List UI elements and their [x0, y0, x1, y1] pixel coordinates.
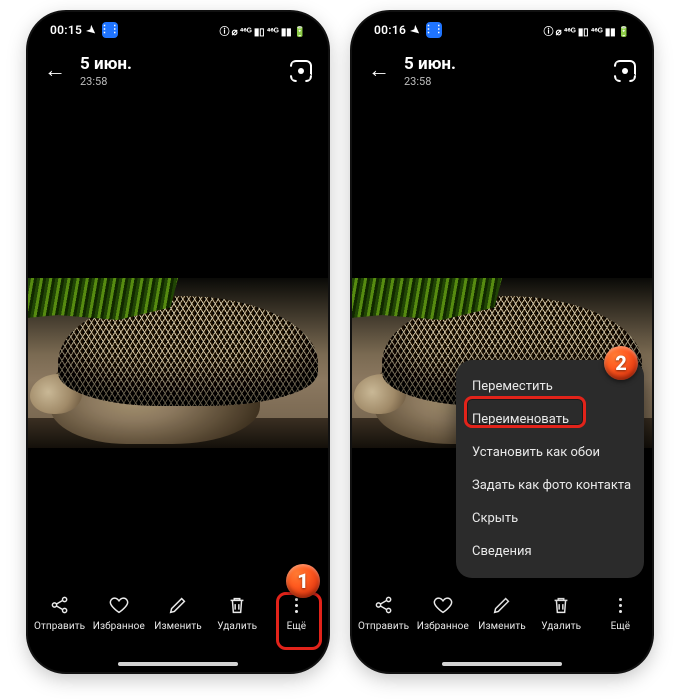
phone-screenshot-right: 00:16 ➤ ⋮⋮ ⓘ ⌀ ⁴⁶ᴳ ▮▯ ⁴⁶ᴳ ▮▮ 🔋 ← 5 июн. …	[352, 12, 652, 672]
bottom-action-bar: Отправить Избранное Изменить Удалить	[352, 584, 652, 672]
favorite-label: Избранное	[417, 621, 469, 632]
more-vertical-icon	[609, 594, 631, 616]
back-icon[interactable]: ←	[44, 60, 66, 82]
delete-button[interactable]: Удалить	[208, 594, 267, 632]
annotation-highlight-rename	[464, 396, 586, 428]
trash-icon	[550, 594, 572, 616]
photo-viewport[interactable]	[28, 108, 328, 568]
edit-button[interactable]: Изменить	[472, 594, 531, 632]
lens-icon[interactable]	[614, 60, 636, 82]
home-indicator[interactable]	[442, 662, 562, 666]
delete-label: Удалить	[541, 621, 581, 632]
send-icon: ➤	[409, 23, 423, 38]
status-right-cluster: ⓘ ⌀ ⁴⁶ᴳ ▮▯ ⁴⁶ᴳ ▮▮ 🔋	[544, 23, 630, 38]
delete-label: Удалить	[217, 621, 257, 632]
annotation-highlight-more	[276, 592, 322, 650]
home-indicator[interactable]	[118, 662, 238, 666]
page-title: 5 июн.	[404, 54, 614, 74]
phone-screenshot-left: 00:15 ➤ ⋮⋮ ⓘ ⌀ ⁴⁶ᴳ ▮▯ ⁴⁶ᴳ ▮▮ 🔋 ← 5 июн. …	[28, 12, 328, 672]
edit-label: Изменить	[154, 621, 202, 632]
trash-icon	[226, 594, 248, 616]
annotation-badge-2: 2	[604, 346, 638, 380]
status-bar: 00:15 ➤ ⋮⋮ ⓘ ⌀ ⁴⁶ᴳ ▮▯ ⁴⁶ᴳ ▮▮ 🔋	[28, 12, 328, 48]
page-subtitle: 23:58	[80, 75, 290, 88]
more-label: Ещё	[611, 621, 631, 632]
edit-label: Изменить	[478, 621, 526, 632]
page-title: 5 июн.	[80, 54, 290, 74]
clock-text: 00:15	[50, 23, 82, 37]
heart-icon	[108, 594, 130, 616]
bluetooth-pill-icon: ⋮⋮	[426, 22, 442, 38]
bluetooth-pill-icon: ⋮⋮	[102, 22, 118, 38]
more-context-menu: 2 Переместить Переименовать Установить к…	[456, 360, 644, 578]
favorite-button[interactable]: Избранное	[413, 594, 472, 632]
more-button[interactable]: Ещё	[591, 594, 650, 632]
share-label: Отправить	[34, 621, 85, 632]
share-label: Отправить	[358, 621, 409, 632]
edit-button[interactable]: Изменить	[148, 594, 207, 632]
lens-icon[interactable]	[290, 60, 312, 82]
status-right-cluster: ⓘ ⌀ ⁴⁶ᴳ ▮▯ ⁴⁶ᴳ ▮▮ 🔋	[220, 23, 306, 38]
back-icon[interactable]: ←	[368, 60, 390, 82]
share-icon	[49, 594, 71, 616]
page-subtitle: 23:58	[404, 75, 614, 88]
pencil-icon	[491, 594, 513, 616]
clock-text: 00:16	[374, 23, 406, 37]
share-icon	[373, 594, 395, 616]
send-icon: ➤	[85, 23, 99, 38]
favorite-button[interactable]: Избранное	[89, 594, 148, 632]
favorite-label: Избранное	[93, 621, 145, 632]
status-bar: 00:16 ➤ ⋮⋮ ⓘ ⌀ ⁴⁶ᴳ ▮▯ ⁴⁶ᴳ ▮▮ 🔋	[352, 12, 652, 48]
pencil-icon	[167, 594, 189, 616]
annotation-badge-1: 1	[286, 564, 320, 598]
app-bar: ← 5 июн. 23:58	[28, 48, 328, 98]
heart-icon	[432, 594, 454, 616]
delete-button[interactable]: Удалить	[532, 594, 591, 632]
photo-content	[28, 278, 328, 448]
share-button[interactable]: Отправить	[30, 594, 89, 632]
app-bar: ← 5 июн. 23:58	[352, 48, 652, 98]
share-button[interactable]: Отправить	[354, 594, 413, 632]
